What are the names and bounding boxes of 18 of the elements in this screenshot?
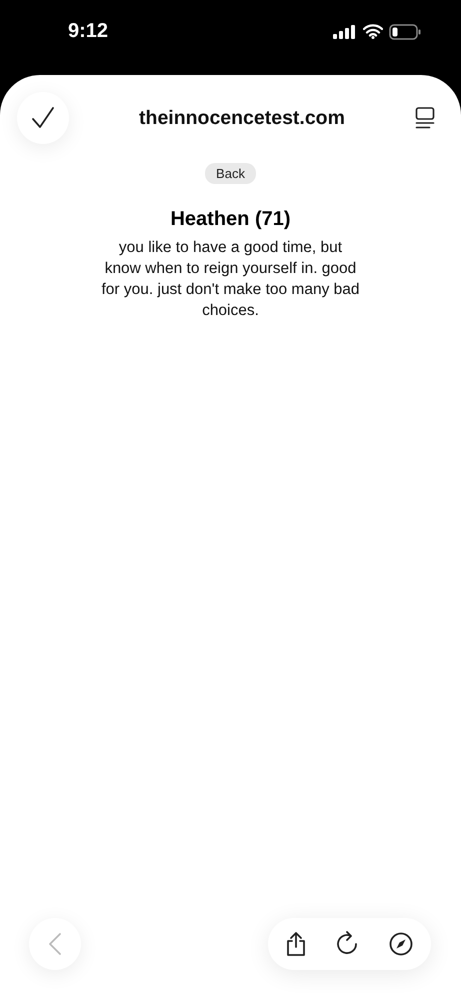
reload-button[interactable] [337,931,359,957]
compass-icon [389,932,413,956]
address-domain[interactable]: theinnocencetest.com [139,106,345,130]
back-button[interactable]: Back [205,163,256,184]
status-time: 9:12 [68,20,108,43]
share-button[interactable] [285,931,307,957]
tabs-button[interactable] [414,107,435,129]
chevron-left-icon [48,932,62,956]
checkmark-icon [31,106,55,130]
signal-icon [333,24,357,38]
share-icon [285,931,307,957]
battery-icon [389,24,421,40]
compass-button[interactable] [389,932,413,956]
result-title: Heathen (71) [170,208,291,231]
result-description: you like to have a good time, but know when to reign yourself in. good for you. just don't make too many bad choices. [100,238,360,321]
reload-icon [337,931,359,957]
wifi-icon [363,24,383,39]
tabs-icon [414,107,435,129]
